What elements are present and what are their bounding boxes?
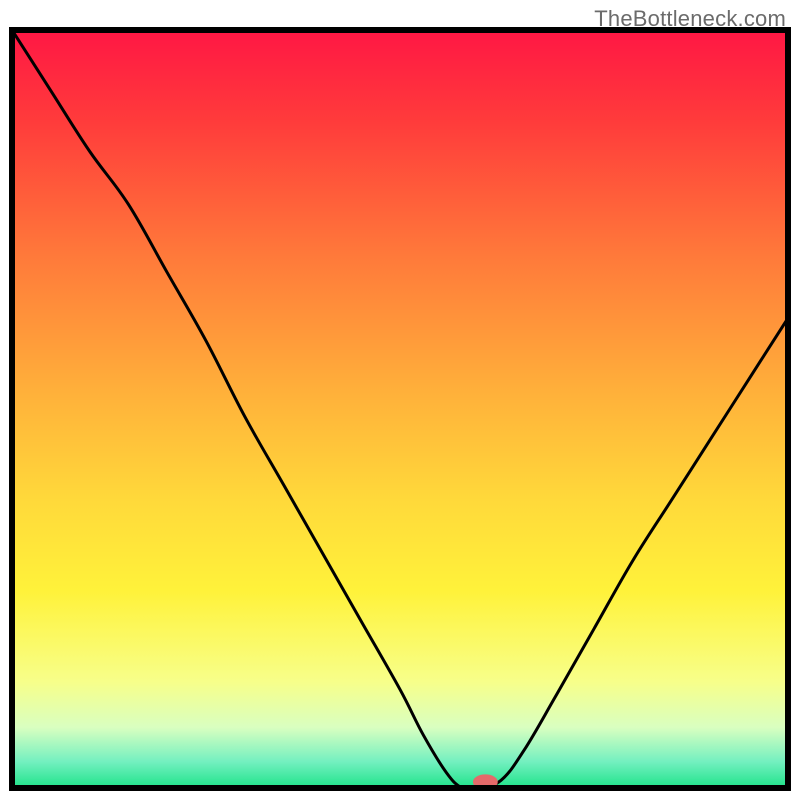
watermark-text: TheBottleneck.com bbox=[594, 6, 786, 32]
chart-container: TheBottleneck.com bbox=[0, 0, 800, 800]
gradient-background bbox=[12, 30, 788, 788]
bottleneck-chart bbox=[0, 0, 800, 800]
